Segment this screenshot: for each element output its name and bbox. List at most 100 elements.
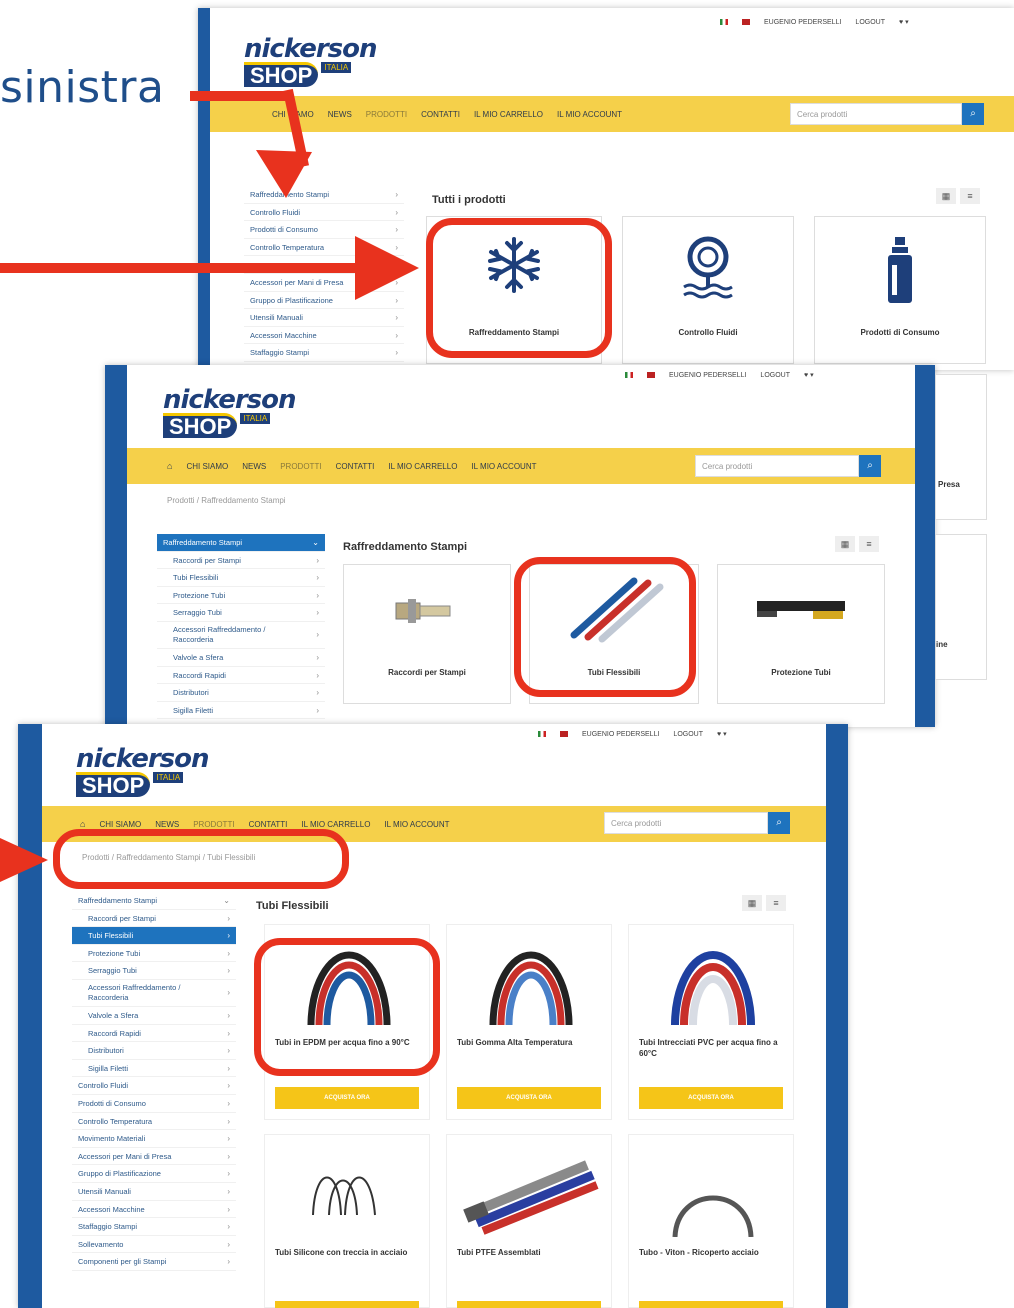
sidebar-item[interactable]: Raffreddamento Stampi ⌄ (72, 892, 236, 910)
sidebar-item[interactable]: Accessori per Mani di Presa › (72, 1148, 236, 1166)
search-button[interactable]: ⌕ (768, 812, 790, 834)
sidebar-item[interactable]: Sigilla Filetti › (72, 1060, 236, 1078)
logout-link[interactable]: LOGOUT (673, 731, 703, 738)
sidebar-item[interactable]: Protezione Tubi › (72, 945, 236, 963)
home-icon[interactable]: ⌂ (167, 461, 172, 471)
grid-view-icon[interactable]: ▦ (936, 188, 956, 204)
sidebar-item[interactable]: Controllo Fluidi › (244, 204, 404, 222)
breadcrumb[interactable]: Prodotti / Raffreddamento Stampi (167, 496, 286, 505)
search-input[interactable]: Cerca prodotti (604, 812, 768, 834)
sidebar-item[interactable]: Serraggio Tubi › (72, 962, 236, 980)
nav-chi-siamo[interactable]: CHI SIAMO (186, 462, 228, 471)
flag-uk-icon[interactable] (742, 19, 750, 25)
sidebar-item[interactable]: Staffaggio Stampi › (244, 344, 404, 362)
flag-uk-icon[interactable] (647, 372, 655, 378)
sidebar-item[interactable]: Valvole a Sfera › (157, 649, 325, 667)
sidebar-item[interactable]: Gruppo di Plastificazione › (72, 1165, 236, 1183)
product-card[interactable]: Tubi Gomma Alta Temperatura Acquista ora (446, 924, 612, 1120)
sidebar-item[interactable]: Accessori Raffreddamento / Raccorderia › (72, 980, 236, 1007)
list-view-icon[interactable]: ≡ (960, 188, 980, 204)
search-button[interactable]: ⌕ (859, 455, 881, 477)
sidebar-item[interactable]: Distributori › (72, 1042, 236, 1060)
nav-contatti[interactable]: CONTATTI (336, 462, 375, 471)
product-name[interactable]: Tubi Intrecciati PVC per acqua fino a 60… (639, 1037, 783, 1059)
grid-view-icon[interactable]: ▦ (835, 536, 855, 552)
logout-link[interactable]: LOGOUT (760, 372, 790, 379)
heart-icon[interactable]: ♥ ▾ (804, 371, 814, 379)
search-input[interactable]: Cerca prodotti (790, 103, 962, 125)
sidebar-item[interactable]: Accessori Macchine › (244, 327, 404, 345)
search-button[interactable]: ⌕ (962, 103, 984, 125)
nav-prodotti[interactable]: PRODOTTI (280, 462, 321, 471)
category-card-partial[interactable]: Presa (935, 374, 987, 520)
category-card[interactable]: Prodotti di Consumo (814, 216, 986, 364)
sidebar-item[interactable]: Raccordi per Stampi › (72, 910, 236, 928)
sidebar-item[interactable]: Tubi Flessibili › (72, 927, 236, 945)
nav-account[interactable]: IL MIO ACCOUNT (557, 110, 622, 119)
nav-chi-siamo[interactable]: CHI SIAMO (99, 820, 141, 829)
user-name[interactable]: EUGENIO PEDERSELLI (582, 731, 659, 738)
category-card-partial[interactable]: ine (935, 534, 987, 680)
nav-carrello[interactable]: IL MIO CARRELLO (301, 820, 370, 829)
sidebar-item[interactable]: Valvole a Sfera › (72, 1007, 236, 1025)
sidebar-item[interactable]: Movimento Materiali › (72, 1130, 236, 1148)
logo[interactable]: nickerson SHOP ITALIA (163, 387, 297, 439)
nav-contatti[interactable]: CONTATTI (421, 110, 460, 119)
buy-button[interactable]: Acquista ora (457, 1087, 601, 1109)
heart-icon[interactable]: ♥ ▾ (899, 18, 909, 26)
buy-button[interactable] (275, 1301, 419, 1308)
flag-italy-icon[interactable] (625, 372, 633, 378)
sidebar-item[interactable]: Utensili Manuali › (244, 309, 404, 327)
list-view-icon[interactable]: ≡ (859, 536, 879, 552)
nav-news[interactable]: NEWS (242, 462, 266, 471)
nav-account[interactable]: IL MIO ACCOUNT (384, 820, 449, 829)
nav-account[interactable]: IL MIO ACCOUNT (471, 462, 536, 471)
product-name[interactable]: Tubi Gomma Alta Temperatura (457, 1037, 601, 1048)
flag-uk-icon[interactable] (560, 731, 568, 737)
buy-button[interactable] (457, 1301, 601, 1308)
sidebar-item[interactable]: Controllo Fluidi › (72, 1077, 236, 1095)
sidebar-item[interactable]: Tubi Flessibili › (157, 569, 325, 587)
sidebar-item[interactable]: Accessori Macchine › (72, 1201, 236, 1219)
product-card[interactable]: Tubi Silicone con treccia in acciaio (264, 1134, 430, 1308)
sidebar-item[interactable]: Prodotti di Consumo › (72, 1095, 236, 1113)
product-card[interactable]: Tubi PTFE Assemblati (446, 1134, 612, 1308)
heart-icon[interactable]: ♥ ▾ (717, 730, 727, 738)
search-input[interactable]: Cerca prodotti (695, 455, 859, 477)
nav-carrello[interactable]: IL MIO CARRELLO (474, 110, 543, 119)
user-name[interactable]: EUGENIO PEDERSELLI (669, 372, 746, 379)
sidebar-item[interactable]: Raccordi Rapidi › (157, 667, 325, 685)
sidebar-item[interactable]: Staffaggio Stampi › (72, 1218, 236, 1236)
buy-button[interactable] (639, 1301, 783, 1308)
category-card[interactable]: Controllo Fluidi (622, 216, 794, 364)
buy-button[interactable]: Acquista ora (639, 1087, 783, 1109)
list-view-icon[interactable]: ≡ (766, 895, 786, 911)
nav-prodotti[interactable]: PRODOTTI (193, 820, 234, 829)
category-card[interactable]: Raccordi per Stampi (343, 564, 511, 704)
category-card[interactable]: Protezione Tubi (717, 564, 885, 704)
product-name[interactable]: Tubi PTFE Assemblati (457, 1247, 601, 1258)
sidebar-item[interactable]: Protezione Tubi › (157, 587, 325, 605)
home-icon[interactable]: ⌂ (80, 819, 85, 829)
product-card[interactable]: Tubo - Viton - Ricoperto acciaio (628, 1134, 794, 1308)
nav-carrello[interactable]: IL MIO CARRELLO (388, 462, 457, 471)
product-card[interactable]: Tubi Intrecciati PVC per acqua fino a 60… (628, 924, 794, 1120)
product-name[interactable]: Tubi Silicone con treccia in acciaio (275, 1247, 419, 1258)
user-name[interactable]: EUGENIO PEDERSELLI (764, 19, 841, 26)
sidebar-item[interactable]: Raffreddamento Stampi ⌄ (157, 534, 325, 552)
buy-button[interactable]: Acquista ora (275, 1087, 419, 1109)
nav-news[interactable]: NEWS (328, 110, 352, 119)
sidebar-item[interactable]: Componenti per gli Stampi › (72, 1253, 236, 1271)
nav-prodotti[interactable]: PRODOTTI (366, 110, 407, 119)
flag-italy-icon[interactable] (720, 19, 728, 25)
sidebar-item[interactable]: Raccordi Rapidi › (72, 1025, 236, 1043)
sidebar-item[interactable]: Serraggio Tubi › (157, 604, 325, 622)
logo[interactable]: nickerson SHOP ITALIA (244, 36, 378, 88)
nav-news[interactable]: NEWS (155, 820, 179, 829)
logo[interactable]: nickerson SHOP ITALIA (76, 746, 210, 798)
sidebar-item[interactable]: Sigilla Filetti › (157, 702, 325, 720)
sidebar-item[interactable]: Accessori Raffreddamento / Raccorderia › (157, 622, 325, 649)
sidebar-item[interactable]: Raccordi per Stampi › (157, 552, 325, 570)
logout-link[interactable]: LOGOUT (855, 19, 885, 26)
flag-italy-icon[interactable] (538, 731, 546, 737)
